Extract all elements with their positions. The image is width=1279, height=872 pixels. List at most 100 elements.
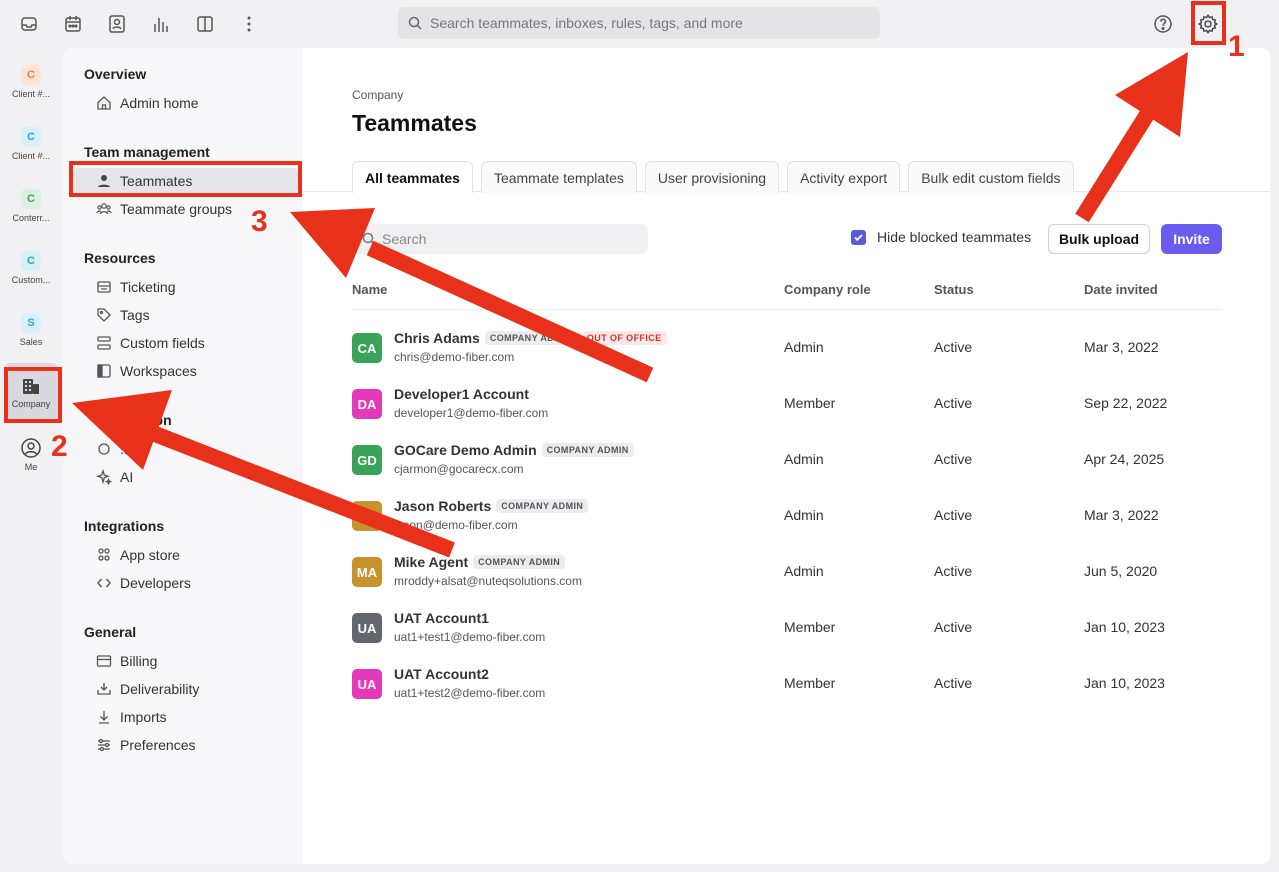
tab-bulk-edit-custom-fields[interactable]: Bulk edit custom fields (908, 161, 1074, 193)
nav-item-label: AI (120, 469, 134, 485)
rail-label-company: Company (11, 398, 51, 409)
help-icon[interactable] (1151, 12, 1175, 36)
bulk-upload-button[interactable]: Bulk upload (1048, 224, 1150, 254)
teammate-status: Active (934, 507, 973, 523)
fields-icon (96, 335, 112, 351)
search-icon (408, 16, 422, 30)
teammate-name-text: Jason Roberts (394, 498, 492, 514)
hide-blocked-toggle[interactable]: Hide blocked teammates (851, 229, 1031, 245)
teammate-name-text: UAT Account1 (394, 610, 489, 626)
invite-button[interactable]: Invite (1161, 224, 1222, 254)
teammate-search-input[interactable]: Search (352, 224, 648, 254)
teammate-name: Chris Adams COMPANY ADMIN OUT OF OFFICE (394, 330, 667, 346)
teammate-date-invited: Jan 10, 2023 (1084, 619, 1165, 635)
teammate-date-invited: Jun 5, 2020 (1084, 563, 1158, 579)
rail-label: Client #... (11, 89, 51, 99)
checkbox-checked-icon[interactable] (851, 229, 866, 245)
nav-item-deliverability[interactable]: Deliverability (72, 676, 298, 702)
tab-activity-export[interactable]: Activity export (787, 161, 901, 193)
rail-badge: S (21, 313, 41, 333)
rail-label-me: Me (24, 461, 38, 472)
nav-item-rules[interactable]: ...es (72, 436, 298, 462)
teammate-name: UAT Account1 (394, 610, 489, 626)
breadcrumb[interactable]: Company (352, 88, 403, 102)
nav-section-general: General (84, 624, 137, 640)
nav-item-tags[interactable]: Tags (72, 302, 298, 328)
table-row[interactable]: UA UAT Account1 uat1+test1@demo-fiber.co… (352, 599, 1222, 655)
tab-user-provisioning[interactable]: User provisioning (644, 161, 780, 193)
nav-item-ai[interactable]: AI (72, 464, 298, 490)
rail-item-content[interactable]: C Conterr... (4, 177, 58, 235)
rail-badge: C (21, 251, 41, 271)
teammate-status: Active (934, 395, 973, 411)
settings-gear-icon[interactable] (1196, 12, 1220, 36)
teammate-email: cjarmon@gocarecx.com (394, 462, 524, 476)
nav-item-app-store[interactable]: App store (72, 542, 298, 568)
nav-item-label: Preferences (120, 737, 196, 753)
rail-item-custom[interactable]: C Custom... (4, 239, 58, 297)
column-header-name[interactable]: Name (352, 282, 387, 297)
rail-item-company[interactable]: Company (4, 363, 58, 421)
nav-item-custom-fields[interactable]: Custom fields (72, 330, 298, 356)
nav-item-developers[interactable]: Developers (72, 570, 298, 596)
teammate-search-placeholder: Search (382, 231, 427, 247)
inbox-download-icon (96, 681, 112, 697)
split-view-icon[interactable] (193, 12, 217, 36)
nav-section-resources: Resources (84, 250, 156, 266)
teammate-role: Member (784, 619, 836, 635)
table-row[interactable]: CA Chris Adams COMPANY ADMIN OUT OF OFFI… (352, 319, 1222, 375)
teammate-role: Member (784, 675, 836, 691)
nav-item-workspaces[interactable]: Workspaces (72, 358, 298, 384)
tab-bar: All teammates Teammate templates User pr… (352, 161, 1074, 193)
column-header-role[interactable]: Company role (784, 282, 871, 297)
column-header-date[interactable]: Date invited (1084, 282, 1158, 297)
table-row[interactable]: DA Developer1 Account developer1@demo-fi… (352, 375, 1222, 431)
teammate-date-invited: Mar 3, 2022 (1084, 507, 1159, 523)
nav-item-billing[interactable]: Billing (72, 648, 298, 674)
rail-item-sales[interactable]: S Sales (4, 301, 58, 359)
sparkle-icon (96, 469, 112, 485)
nav-item-label: Workspaces (120, 363, 197, 379)
code-icon (96, 575, 112, 591)
nav-section-integrations: Integrations (84, 518, 165, 534)
teammate-email: developer1@demo-fiber.com (394, 406, 549, 420)
rail-item-me[interactable]: Me (4, 425, 58, 483)
tab-all-teammates[interactable]: All teammates (352, 161, 473, 193)
nav-item-preferences[interactable]: Preferences (72, 732, 298, 758)
calendar-icon[interactable] (61, 12, 85, 36)
teammate-date-invited: Apr 24, 2025 (1084, 451, 1165, 467)
nav-item-teammates[interactable]: Teammates (72, 168, 298, 194)
tab-teammate-templates[interactable]: Teammate templates (480, 161, 637, 193)
rail-item-client-2[interactable]: C Client #... (4, 115, 58, 173)
global-search-input[interactable]: Search teammates, inboxes, rules, tags, … (398, 7, 880, 39)
step-label-2: 2 (51, 430, 68, 463)
credit-card-icon (96, 653, 112, 669)
more-icon[interactable] (237, 12, 261, 36)
nav-item-imports[interactable]: Imports (72, 704, 298, 730)
nav-item-label: Imports (120, 709, 167, 725)
sliders-icon (96, 737, 112, 753)
ticket-icon (96, 279, 112, 295)
avatar: GD (352, 445, 382, 475)
column-header-status[interactable]: Status (934, 282, 974, 297)
rail-label: Conterr... (12, 213, 50, 223)
inbox-icon[interactable] (17, 12, 41, 36)
contacts-icon[interactable] (105, 12, 129, 36)
table-row[interactable]: GD GOCare Demo Admin COMPANY ADMIN cjarm… (352, 431, 1222, 487)
rail-item-client-1[interactable]: C Client #... (4, 53, 58, 111)
nav-item-admin-home[interactable]: Admin home (72, 90, 298, 116)
nav-item-label: Teammate groups (120, 201, 233, 217)
nav-item-ticketing[interactable]: Ticketing (72, 274, 298, 300)
settings-nav: Overview Admin home Team management Team… (63, 48, 303, 864)
step-label-1: 1 (1228, 30, 1245, 63)
table-row[interactable]: UA UAT Account2 uat1+test2@demo-fiber.co… (352, 655, 1222, 711)
rail-label: Custom... (11, 275, 51, 285)
table-row[interactable]: JR Jason Roberts COMPANY ADMIN jason@dem… (352, 487, 1222, 543)
nav-item-label: ...es (120, 441, 147, 457)
app-store-icon (96, 547, 112, 563)
teammate-name-text: UAT Account2 (394, 666, 489, 682)
nav-item-label: Deliverability (120, 681, 200, 697)
table-row[interactable]: MA Mike Agent COMPANY ADMIN mroddy+alsat… (352, 543, 1222, 599)
download-icon (96, 709, 112, 725)
analytics-icon[interactable] (149, 12, 173, 36)
